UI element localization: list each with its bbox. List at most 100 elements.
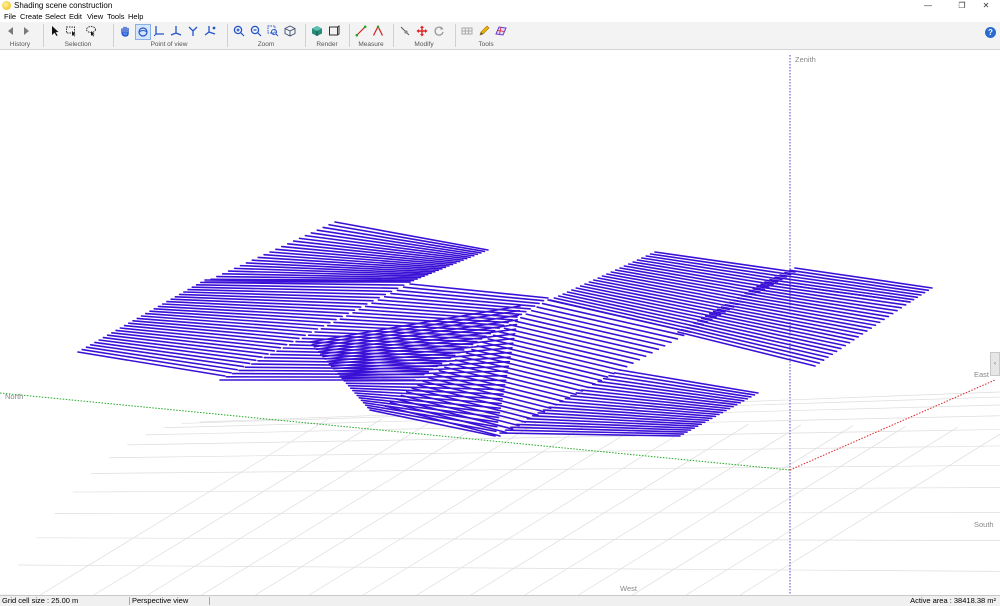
status-divider — [209, 597, 210, 605]
help-question-icon[interactable]: ? — [985, 27, 996, 38]
grid-line — [255, 421, 539, 595]
toolbar-separator — [227, 24, 228, 47]
toolbar-separator — [305, 24, 306, 47]
pv-row — [494, 335, 627, 366]
pan-hand-icon[interactable] — [118, 24, 132, 38]
pv-row — [775, 277, 917, 297]
axis-label-south: South — [974, 520, 994, 529]
pv-row — [785, 273, 925, 293]
undo-arrow-icon[interactable] — [4, 24, 18, 38]
pv-row — [410, 284, 548, 298]
grid-line — [94, 419, 382, 595]
grid-line — [18, 565, 1000, 571]
side-panel-toggle[interactable]: ‹ — [990, 352, 1000, 376]
toolbar: History Selection Point of view — [0, 22, 1000, 50]
group-label-render: Render — [308, 41, 346, 48]
axis-view-side-icon[interactable] — [169, 24, 183, 38]
render-solid-cube-icon[interactable] — [310, 24, 324, 38]
pv-row — [467, 353, 596, 384]
menu-view[interactable]: View — [87, 12, 103, 22]
measure-group: Measure — [352, 22, 390, 49]
pv-row — [515, 321, 652, 353]
pv-block-upper-left — [205, 222, 488, 282]
pv-row — [548, 300, 690, 332]
minimize-button[interactable]: — — [914, 0, 942, 12]
pv-row — [488, 339, 620, 370]
group-label-selection: Selection — [46, 41, 110, 48]
pencil-icon[interactable] — [477, 24, 491, 38]
grid-line — [309, 422, 591, 595]
axis-label-zenith: Zenith — [795, 55, 816, 64]
grid-line — [148, 420, 435, 595]
zoom-in-icon[interactable] — [232, 24, 246, 38]
rectangle-select-icon[interactable] — [64, 24, 78, 38]
zoom-group: Zoom — [230, 22, 302, 49]
menu-help[interactable]: Help — [128, 12, 143, 22]
group-label-history: History — [2, 41, 38, 48]
pv-row — [532, 311, 671, 343]
app-sun-icon — [2, 1, 11, 10]
status-bar: Grid cell size : 25.00 m Perspective vie… — [0, 595, 1000, 606]
menu-tools[interactable]: Tools — [107, 12, 125, 22]
modify-group: Modify — [396, 22, 452, 49]
menu-create[interactable]: Create — [20, 12, 43, 22]
pv-row — [510, 325, 646, 357]
move-arrows-icon[interactable] — [415, 24, 429, 38]
window-title: Shading scene construction — [14, 0, 112, 12]
menu-edit[interactable]: Edit — [69, 12, 82, 22]
orbit-view-icon[interactable] — [135, 24, 151, 40]
menu-bar: File Create Select Edit View Tools Help — [0, 12, 1000, 22]
pointer-icon[interactable] — [48, 24, 62, 38]
group-label-tools: Tools — [458, 41, 514, 48]
pv-row — [795, 268, 932, 288]
ground-grid — [0, 392, 1000, 595]
lasso-select-icon[interactable] — [84, 24, 98, 38]
grid-line — [91, 465, 1000, 473]
pv-row — [477, 346, 607, 377]
render-group: Render — [308, 22, 346, 49]
shading-grid-icon[interactable] — [494, 24, 508, 38]
grid-line — [202, 420, 487, 595]
rotate-icon[interactable] — [432, 24, 446, 38]
axis-label-west: West — [620, 584, 637, 593]
grid-line — [40, 418, 330, 595]
scene-canvas[interactable] — [0, 50, 1000, 595]
render-wireframe-icon[interactable] — [327, 24, 341, 38]
zoom-extents-cube-icon[interactable] — [283, 24, 297, 38]
axis-view-iso-icon[interactable] — [203, 24, 217, 38]
pv-row — [397, 290, 539, 303]
pv-row — [790, 270, 928, 290]
pv-row — [505, 328, 640, 359]
toolbar-separator — [43, 24, 44, 47]
zoom-out-icon[interactable] — [249, 24, 263, 38]
group-label-point-of-view: Point of view — [116, 41, 222, 48]
group-label-measure: Measure — [352, 41, 390, 48]
measure-angle-icon[interactable] — [371, 24, 385, 38]
group-label-zoom: Zoom — [230, 41, 302, 48]
grid-line — [55, 513, 1000, 514]
3d-viewport[interactable]: Zenith North East South West ‹ — [0, 50, 1000, 595]
menu-file[interactable]: File — [4, 12, 16, 22]
point-of-view-group: Point of view — [116, 22, 222, 49]
pv-row — [521, 318, 659, 350]
axis-view-top-icon[interactable] — [186, 24, 200, 38]
axis-view-front-icon[interactable] — [152, 24, 166, 38]
grid-line — [109, 446, 1000, 458]
pv-row — [404, 287, 544, 301]
pv-row — [346, 383, 504, 385]
toolbar-separator — [349, 24, 350, 47]
edit-node-icon[interactable] — [398, 24, 412, 38]
measure-distance-icon[interactable] — [354, 24, 368, 38]
pv-row — [642, 258, 782, 280]
table-grid-icon[interactable] — [460, 24, 474, 38]
group-label-modify: Modify — [396, 41, 452, 48]
toolbar-separator — [393, 24, 394, 47]
redo-arrow-icon[interactable] — [19, 24, 33, 38]
pv-row — [615, 373, 755, 395]
close-button[interactable]: ✕ — [972, 0, 1000, 12]
zoom-window-icon[interactable] — [266, 24, 280, 38]
menu-select[interactable]: Select — [45, 12, 66, 22]
axis-label-north: North — [5, 392, 23, 401]
status-divider — [129, 597, 130, 605]
pv-row — [499, 332, 633, 363]
